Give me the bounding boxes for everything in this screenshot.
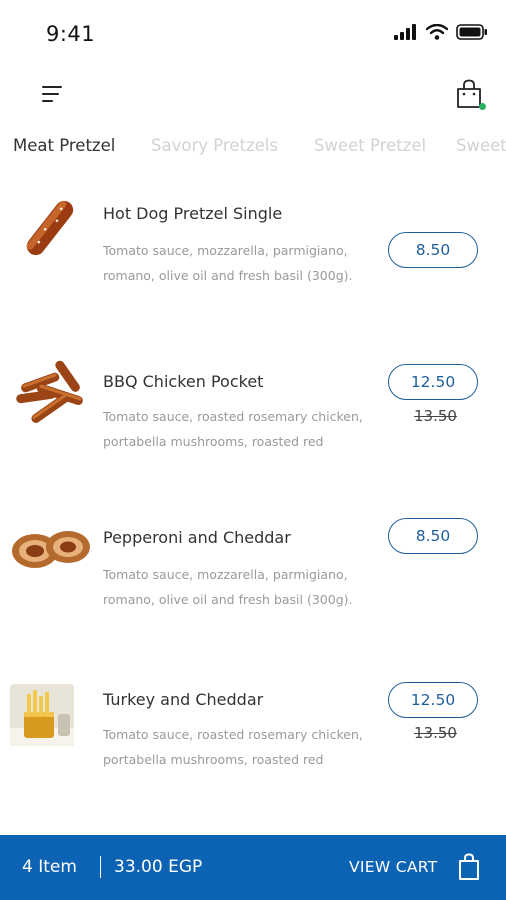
description-line: romano, olive oil and fresh basil (300g)… <box>103 268 353 283</box>
product-description: Tomato sauce, roasted rosemary chicken, … <box>103 722 373 772</box>
status-time: 9:41 <box>46 22 96 46</box>
app-bar <box>0 70 506 120</box>
price-button[interactable]: 12.50 <box>388 364 478 400</box>
description-line: Tomato sauce, mozzarella, parmigiano, <box>103 243 348 258</box>
description-line: Tomato sauce, roasted rosemary chicken, <box>103 727 363 742</box>
menu-button[interactable] <box>40 82 66 106</box>
product-item[interactable]: Hot Dog Pretzel Single Tomato sauce, moz… <box>0 192 506 322</box>
tab-sweet[interactable]: Sweet <box>456 136 506 155</box>
tab-meat-pretzel[interactable]: Meat Pretzel <box>13 136 115 155</box>
description-line: portabella mushrooms, roasted red <box>103 752 324 767</box>
product-image <box>10 684 74 746</box>
product-description: Tomato sauce, mozzarella, parmigiano, ro… <box>103 562 373 612</box>
product-name: Hot Dog Pretzel Single <box>103 204 283 223</box>
product-item[interactable]: BBQ Chicken Pocket Tomato sauce, roasted… <box>0 354 506 484</box>
product-name: Turkey and Cheddar <box>103 690 264 709</box>
battery-icon <box>456 24 487 40</box>
shopping-bag-icon <box>459 853 479 880</box>
tab-sweet-pretzel[interactable]: Sweet Pretzel <box>314 136 426 155</box>
product-item[interactable]: Turkey and Cheddar Tomato sauce, roasted… <box>0 674 506 804</box>
product-image <box>10 192 90 262</box>
product-name: BBQ Chicken Pocket <box>103 372 264 391</box>
product-name: Pepperoni and Cheddar <box>103 528 291 547</box>
price-button[interactable]: 12.50 <box>388 682 478 718</box>
product-image <box>10 513 90 583</box>
tab-savory-pretzels[interactable]: Savory Pretzels <box>151 136 278 155</box>
price-button[interactable]: 8.50 <box>388 518 478 554</box>
product-description: Tomato sauce, mozzarella, parmigiano, ro… <box>103 238 373 288</box>
wifi-icon <box>426 24 448 40</box>
cart-item-count: 4 Item <box>22 857 77 877</box>
original-price: 13.50 <box>414 407 457 425</box>
status-bar: 9:41 <box>0 0 506 70</box>
cart-total: 33.00 EGP <box>114 857 203 877</box>
product-item[interactable]: Pepperoni and Cheddar Tomato sauce, mozz… <box>0 513 506 643</box>
status-icons <box>394 24 488 40</box>
signal-icon <box>394 24 416 40</box>
cart-bag-button[interactable] <box>458 853 480 881</box>
description-line: Tomato sauce, mozzarella, parmigiano, <box>103 567 348 582</box>
category-tabs: Meat Pretzel Savory Pretzels Sweet Pretz… <box>0 132 506 164</box>
original-price: 13.50 <box>414 724 457 742</box>
cart-button[interactable] <box>454 78 486 112</box>
description-line: portabella mushrooms, roasted red <box>103 434 324 449</box>
divider <box>100 856 101 878</box>
product-image <box>10 354 90 424</box>
product-description: Tomato sauce, roasted rosemary chicken, … <box>103 404 373 454</box>
menu-icon <box>42 86 62 102</box>
description-line: romano, olive oil and fresh basil (300g)… <box>103 592 353 607</box>
price-button[interactable]: 8.50 <box>388 232 478 268</box>
description-line: Tomato sauce, roasted rosemary chicken, <box>103 409 363 424</box>
cart-badge-dot <box>479 103 486 110</box>
cart-summary-bar[interactable]: 4 Item 33.00 EGP VIEW CART <box>0 835 506 900</box>
view-cart-button[interactable]: VIEW CART <box>349 858 437 876</box>
